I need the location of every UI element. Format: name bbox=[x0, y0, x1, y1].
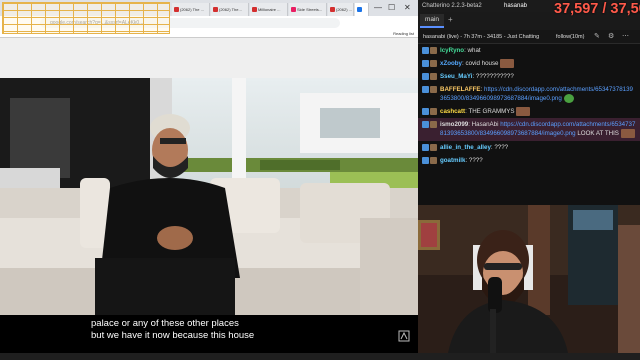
subtitle-line-1: palace or any of these other places bbox=[88, 318, 242, 330]
chat-messages: IcyRyno: what xZooby: covid house Sseu_M… bbox=[418, 44, 640, 205]
youtube-icon bbox=[213, 7, 218, 12]
browser-tab-1[interactable]: (2062) The ... bbox=[172, 3, 210, 16]
chat-username[interactable]: allie_in_the_alley bbox=[440, 144, 491, 151]
tab-main[interactable]: main bbox=[420, 14, 444, 28]
youtube-icon bbox=[330, 7, 335, 12]
badge-icon bbox=[422, 143, 429, 151]
subtitle-line-2: but we have it now because this house bbox=[88, 330, 258, 342]
badge-icon bbox=[422, 156, 429, 164]
minimize-button[interactable]: — bbox=[374, 3, 382, 13]
sub-badge-icon bbox=[430, 156, 437, 164]
sub-badge-icon bbox=[430, 60, 437, 67]
chat-text: covid house bbox=[465, 60, 499, 68]
youtube-icon bbox=[174, 7, 179, 12]
chat-username[interactable]: ismo2099 bbox=[440, 121, 468, 128]
chat-text: LOOK AT THIS bbox=[577, 130, 619, 138]
chat-message: ismo2099: HasanAbi https://cdn.discordap… bbox=[418, 118, 640, 141]
sub-badge-icon bbox=[430, 108, 437, 116]
video-scene bbox=[0, 38, 418, 315]
browser-tab-3[interactable]: Millionaire ... bbox=[250, 3, 288, 16]
sub-badge-icon bbox=[430, 73, 437, 81]
browser-tab-6[interactable] bbox=[355, 3, 369, 16]
chat-username[interactable]: IcyRyno bbox=[440, 47, 464, 54]
chat-username[interactable]: xZooby bbox=[440, 60, 462, 67]
chat-text: ???? bbox=[494, 143, 509, 151]
chat-text: HasanAbi bbox=[471, 121, 499, 129]
maximize-button[interactable]: ☐ bbox=[388, 3, 395, 13]
spreadsheet-overlay bbox=[2, 2, 170, 34]
sub-badge-icon bbox=[430, 143, 437, 151]
chat-username[interactable]: Sseu_MaYi bbox=[440, 73, 472, 80]
add-tab-button[interactable]: + bbox=[448, 15, 453, 24]
emote-icon bbox=[516, 107, 531, 117]
reading-list-button[interactable]: Reading list bbox=[393, 30, 414, 38]
chat-text: what bbox=[467, 47, 481, 54]
channel-header: hasanabi (live) - 7h 37m - 34185 - Just … bbox=[418, 30, 640, 44]
video-frame[interactable] bbox=[0, 38, 418, 315]
pen-icon[interactable]: ✎ bbox=[594, 30, 600, 44]
sub-badge-icon bbox=[430, 86, 437, 94]
badge-icon bbox=[422, 86, 429, 94]
chat-message: cashcatt: THE GRAMMYS bbox=[418, 105, 640, 118]
chat-username[interactable]: BAFFELAFFE bbox=[440, 86, 481, 93]
account-name[interactable]: hasanab bbox=[504, 0, 527, 12]
settings-icon[interactable]: ⚙ bbox=[608, 30, 614, 44]
webcam-feed bbox=[418, 205, 640, 353]
chat-message: goatmilk: ???? bbox=[418, 154, 640, 167]
chatterino-window: Chatterino 2.2.3-beta2 hasanab main + ha… bbox=[418, 0, 640, 205]
emote-icon bbox=[500, 59, 515, 68]
sub-badge-icon bbox=[430, 121, 437, 129]
more-icon[interactable]: ⋯ bbox=[622, 30, 629, 44]
sub-goal-counter: 37,597 / 37,500 bbox=[554, 1, 640, 17]
webcam-scene bbox=[418, 205, 640, 353]
browser-tab-2[interactable]: (2062) The... bbox=[211, 3, 249, 16]
badge-icon bbox=[422, 47, 429, 54]
badge-icon bbox=[422, 73, 429, 81]
chat-message: xZooby: covid house bbox=[418, 57, 640, 70]
chat-message: BAFFELAFFE: https://cdn.discordapp.com/a… bbox=[418, 83, 640, 105]
chat-text: ???? bbox=[468, 156, 483, 164]
instagram-icon bbox=[291, 7, 296, 12]
page-icon bbox=[357, 7, 362, 12]
chat-text: ??????????? bbox=[475, 73, 514, 81]
app-title: Chatterino 2.2.3-beta2 bbox=[422, 3, 482, 9]
windows-taskbar bbox=[0, 353, 640, 360]
chat-text: THE GRAMMYS bbox=[468, 108, 515, 116]
emote-icon bbox=[563, 94, 574, 104]
close-button[interactable]: ✕ bbox=[404, 3, 411, 13]
watermark-icon bbox=[398, 330, 410, 342]
channel-info: hasanabi (live) - 7h 37m - 34185 - Just … bbox=[423, 34, 540, 40]
youtube-icon bbox=[252, 7, 257, 12]
browser-tab-5[interactable]: (2062) ... bbox=[328, 3, 354, 16]
chat-username[interactable]: goatmilk bbox=[440, 157, 465, 164]
sub-badge-icon bbox=[430, 47, 437, 54]
chat-message: Sseu_MaYi: ??????????? bbox=[418, 70, 640, 83]
browser-tab-4[interactable]: Side Streets... bbox=[289, 3, 327, 16]
badge-icon bbox=[422, 108, 429, 116]
badge-icon bbox=[422, 121, 429, 129]
screen: (2062) The ... (2062) The... Millionaire… bbox=[0, 0, 640, 360]
chat-username[interactable]: cashcatt bbox=[440, 108, 465, 115]
badge-icon bbox=[422, 60, 429, 67]
chat-message: IcyRyno: what bbox=[418, 44, 640, 57]
subtitles: palace or any of these other places but … bbox=[88, 318, 268, 342]
follow-mode[interactable]: follow(10m) bbox=[556, 30, 584, 44]
chat-message: allie_in_the_alley: ???? bbox=[418, 141, 640, 154]
emote-icon bbox=[620, 129, 635, 139]
